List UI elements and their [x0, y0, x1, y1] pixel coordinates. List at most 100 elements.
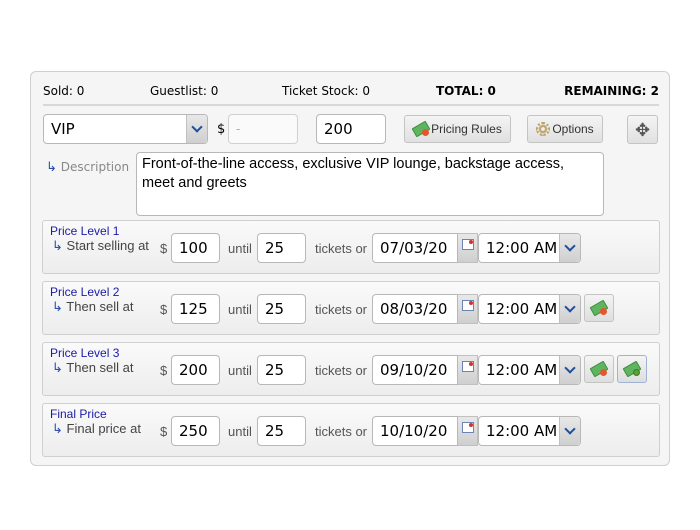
remove-price-level-button[interactable] — [584, 294, 614, 322]
price-value: 100 — [179, 239, 208, 257]
price-level-2: Price Level 2 ↳ Then sell at $ 125 until… — [42, 281, 660, 335]
until-quantity-value: 25 — [265, 239, 285, 257]
price-input[interactable]: 200 — [171, 355, 220, 385]
money-add-icon — [622, 360, 642, 378]
until-quantity-value: 25 — [265, 300, 285, 318]
currency-label: $ — [160, 424, 168, 439]
calendar-icon — [461, 239, 474, 250]
date-input[interactable]: 07/03/20 — [372, 233, 458, 263]
time-select[interactable]: 12:00 AM — [478, 416, 581, 446]
chevron-down-icon — [564, 362, 576, 374]
price-level-subtitle: ↳ Final price at — [52, 421, 141, 437]
date-input[interactable]: 08/03/20 — [372, 294, 458, 324]
sub-arrow-icon: ↳ — [46, 160, 57, 175]
until-quantity-value: 25 — [265, 361, 285, 379]
time-select[interactable]: 12:00 AM — [478, 294, 581, 324]
price-value: 250 — [179, 422, 208, 440]
ticket-price-input[interactable]: - — [228, 114, 298, 144]
date-value: 09/10/20 — [380, 361, 448, 379]
price-value: 125 — [179, 300, 208, 318]
until-quantity-input[interactable]: 25 — [257, 416, 306, 446]
chevron-down-icon — [564, 423, 576, 435]
price-level-title: Price Level 2 — [50, 285, 120, 299]
price-value: 200 — [179, 361, 208, 379]
ticket-quantity-value: 200 — [324, 120, 353, 138]
currency-label: $ — [160, 363, 168, 378]
until-quantity-value: 25 — [265, 422, 285, 440]
tickets-or-label: tickets or — [315, 241, 368, 256]
price-input[interactable]: 250 — [171, 416, 220, 446]
description-textarea[interactable]: Front-of-the-line access, exclusive VIP … — [136, 152, 604, 216]
money-remove-icon — [589, 299, 609, 317]
options-button[interactable]: Options — [527, 115, 603, 143]
remaining-count: REMAINING: 2 — [564, 84, 659, 98]
price-level-subtitle-text: Final price at — [66, 421, 141, 436]
price-level-subtitle: ↳ Then sell at — [52, 299, 134, 315]
date-input[interactable]: 09/10/20 — [372, 355, 458, 385]
price-level-title: Price Level 1 — [50, 224, 120, 238]
time-select[interactable]: 12:00 AM — [478, 233, 581, 263]
calendar-button[interactable] — [458, 416, 478, 446]
tickets-or-label: tickets or — [315, 424, 368, 439]
final-price-level: Final Price ↳ Final price at $ 250 until… — [42, 403, 660, 457]
tickets-or-label: tickets or — [315, 363, 368, 378]
time-value: 12:00 AM — [486, 239, 558, 257]
sub-arrow-icon: ↳ — [52, 238, 63, 253]
until-quantity-input[interactable]: 25 — [257, 294, 306, 324]
money-remove-icon — [589, 360, 609, 378]
move-arrows-icon: ✥ — [634, 119, 651, 140]
price-level-subtitle: ↳ Start selling at — [52, 238, 149, 254]
price-input[interactable]: 100 — [171, 233, 220, 263]
move-handle[interactable]: ✥ — [627, 115, 658, 144]
add-price-level-button[interactable] — [617, 355, 647, 383]
until-quantity-input[interactable]: 25 — [257, 355, 306, 385]
pricing-rules-label: Pricing Rules — [431, 122, 502, 136]
chevron-down-icon — [564, 240, 576, 252]
stats-bar: Sold: 0 Guestlist: 0 Ticket Stock: 0 TOT… — [43, 82, 659, 106]
price-input[interactable]: 125 — [171, 294, 220, 324]
time-dropdown-button[interactable] — [559, 234, 580, 262]
calendar-button[interactable] — [458, 233, 478, 263]
ticket-quantity-input[interactable]: 200 — [316, 114, 386, 144]
date-value: 10/10/20 — [380, 422, 448, 440]
pricing-rules-button[interactable]: Pricing Rules — [404, 115, 511, 143]
money-remove-icon — [411, 120, 431, 138]
ticket-type-select[interactable]: VIP — [43, 114, 208, 144]
tickets-or-label: tickets or — [315, 302, 368, 317]
calendar-button[interactable] — [458, 294, 478, 324]
sold-count: Sold: 0 — [43, 84, 85, 98]
time-select[interactable]: 12:00 AM — [478, 355, 581, 385]
time-value: 12:00 AM — [486, 361, 558, 379]
remove-price-level-button[interactable] — [584, 355, 614, 383]
calendar-button[interactable] — [458, 355, 478, 385]
price-level-title: Final Price — [50, 407, 107, 421]
time-dropdown-button[interactable] — [559, 417, 580, 445]
ticket-price-placeholder: - — [236, 122, 241, 136]
sub-arrow-icon: ↳ — [52, 421, 63, 436]
until-label: until — [228, 302, 252, 317]
time-dropdown-button[interactable] — [559, 356, 580, 384]
date-input[interactable]: 10/10/20 — [372, 416, 458, 446]
time-dropdown-button[interactable] — [559, 295, 580, 323]
calendar-icon — [461, 300, 474, 311]
currency-symbol: $ — [217, 122, 226, 137]
price-level-subtitle-text: Then sell at — [66, 299, 134, 314]
price-level-title: Price Level 3 — [50, 346, 120, 360]
ticket-stock-count: Ticket Stock: 0 — [282, 84, 371, 98]
ticket-type-value: VIP — [51, 120, 75, 138]
date-value: 08/03/20 — [380, 300, 448, 318]
time-value: 12:00 AM — [486, 300, 558, 318]
price-level-subtitle-text: Then sell at — [66, 360, 134, 375]
until-quantity-input[interactable]: 25 — [257, 233, 306, 263]
until-label: until — [228, 424, 252, 439]
description-label: ↳ Description — [46, 160, 129, 175]
ticket-type-dropdown-button[interactable] — [186, 115, 207, 143]
date-value: 07/03/20 — [380, 239, 448, 257]
until-label: until — [228, 241, 252, 256]
until-label: until — [228, 363, 252, 378]
options-label: Options — [552, 122, 594, 136]
currency-label: $ — [160, 302, 168, 317]
price-level-subtitle: ↳ Then sell at — [52, 360, 134, 376]
currency-label: $ — [160, 241, 168, 256]
price-level-1: Price Level 1 ↳ Start selling at $ 100 u… — [42, 220, 660, 274]
